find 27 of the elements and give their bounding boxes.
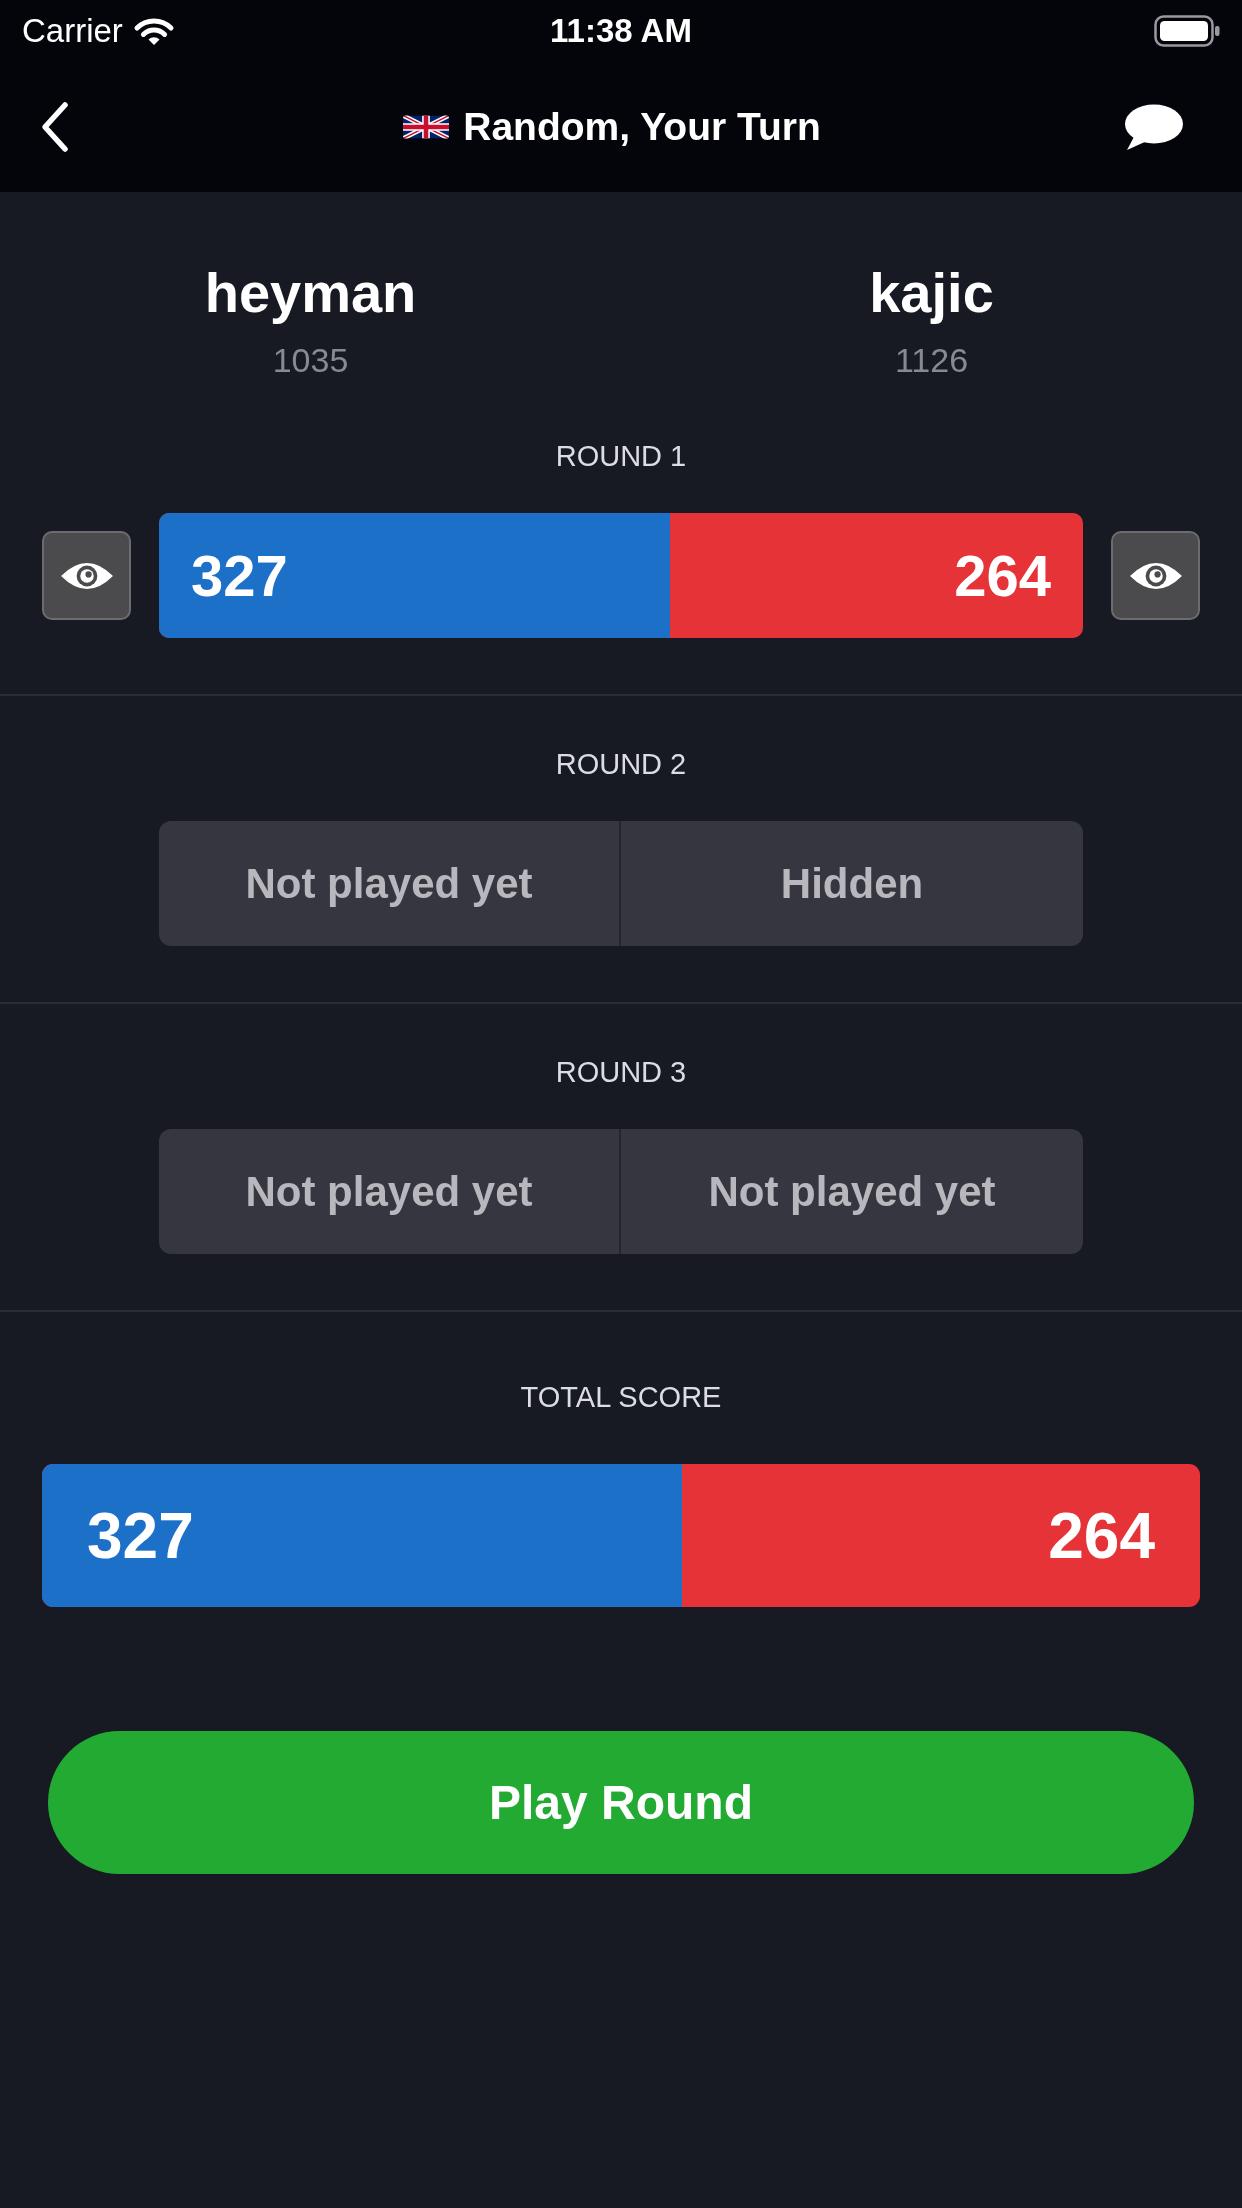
round-status-cell: Not played yet — [159, 821, 621, 946]
view-button[interactable] — [42, 531, 131, 620]
score-value: 264 — [1048, 1503, 1155, 1568]
flag-icon — [403, 113, 450, 141]
score-value: 327 — [191, 546, 288, 605]
round-status-cell: Hidden — [621, 821, 1083, 946]
screen-title: Random, Your Turn — [463, 104, 821, 150]
total-score-label: TOTAL SCORE — [520, 1380, 722, 1415]
battery-icon — [1154, 15, 1220, 47]
player-rating: 1126 — [894, 340, 969, 380]
player-rating: 1035 — [272, 340, 349, 380]
score-value: 264 — [954, 546, 1051, 605]
speech-bubble-icon[interactable] — [1122, 103, 1184, 151]
round-label: ROUND 1 — [555, 439, 687, 474]
wifi-icon — [132, 15, 175, 47]
round-label: ROUND 2 — [555, 747, 687, 782]
status-time: 11:38 AM — [550, 11, 692, 51]
round-status-cell: Not played yet — [621, 1129, 1083, 1254]
carrier-label: Carrier — [22, 11, 123, 51]
view-button[interactable] — [1111, 531, 1200, 620]
chevron-left-icon[interactable] — [40, 101, 70, 153]
player-name: kajic — [869, 261, 994, 325]
score-value: 327 — [87, 1503, 194, 1568]
player-name: heyman — [204, 261, 417, 325]
round-label: ROUND 3 — [555, 1055, 687, 1090]
round-status-cell: Not played yet — [159, 1129, 621, 1254]
play-round-button[interactable]: Play Round — [48, 1731, 1194, 1874]
